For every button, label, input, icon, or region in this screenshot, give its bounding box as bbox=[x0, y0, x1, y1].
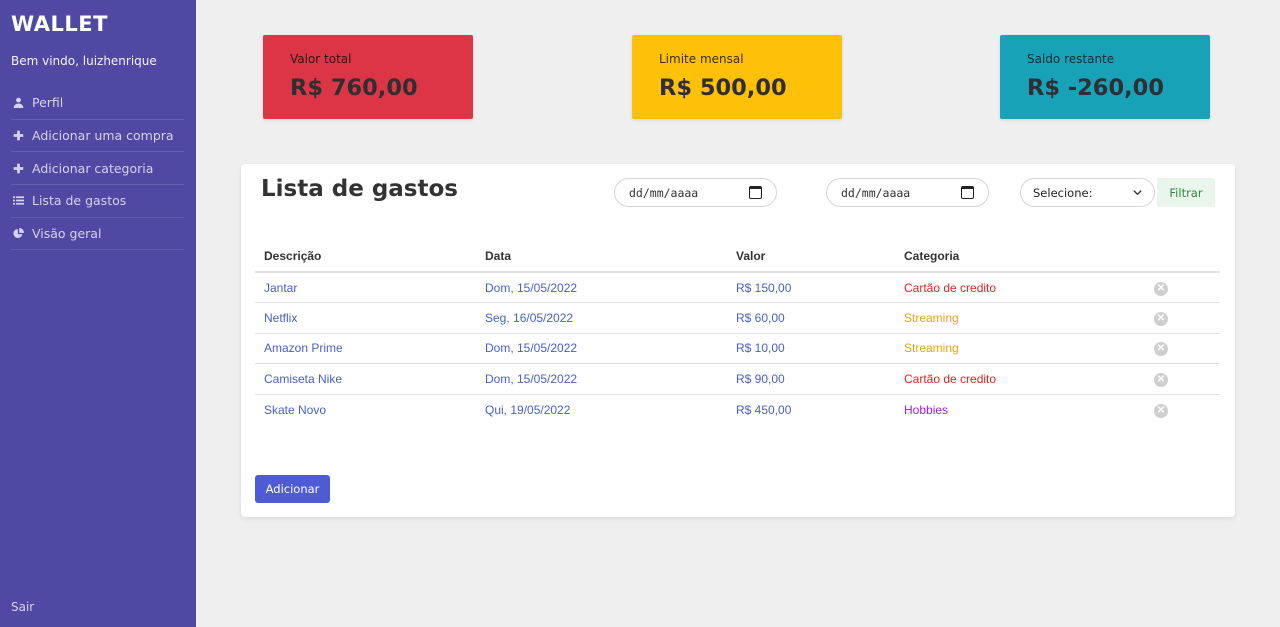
date-to-input[interactable]: dd/mm/aaaa bbox=[826, 178, 989, 207]
cell-category: Cartão de credito bbox=[895, 363, 1145, 395]
sidebar-item-adicionar-categoria[interactable]: Adicionar categoria bbox=[11, 152, 184, 186]
card-total-label: Valor total bbox=[290, 52, 352, 66]
brand-logo[interactable]: WALLET bbox=[11, 12, 108, 36]
chevron-down-icon bbox=[1133, 190, 1142, 196]
cell-description: Jantar bbox=[255, 272, 476, 303]
column-header: Categoria bbox=[895, 240, 1145, 273]
cell-date: Seg, 16/05/2022 bbox=[476, 302, 727, 334]
card-limit-value: R$ 500,00 bbox=[659, 75, 787, 101]
plus-icon bbox=[11, 161, 25, 175]
sidebar-item-label: Adicionar uma compra bbox=[32, 128, 174, 144]
card-balance-value: R$ -260,00 bbox=[1027, 75, 1164, 101]
calendar-icon[interactable] bbox=[749, 186, 762, 199]
delete-icon[interactable]: ✕ bbox=[1154, 403, 1168, 418]
cell-category: Cartão de credito bbox=[895, 272, 1145, 303]
expenses-table: Descrição Data Valor Categoria Jantar Do… bbox=[255, 240, 1220, 425]
sidebar-item-adicionar-compra[interactable]: Adicionar uma compra bbox=[11, 120, 184, 153]
card-limit-label: Limite mensal bbox=[659, 52, 744, 66]
signout-link[interactable]: Sair bbox=[11, 600, 34, 614]
column-header: Valor bbox=[727, 240, 895, 273]
table-row: Amazon Prime Dom, 15/05/2022 R$ 10,00 St… bbox=[255, 333, 1220, 364]
sidebar-item-label: Adicionar categoria bbox=[32, 160, 154, 176]
delete-icon[interactable]: ✕ bbox=[1154, 311, 1168, 326]
sidebar-item-label: Visão geral bbox=[32, 226, 102, 242]
table-header-row: Descrição Data Valor Categoria bbox=[255, 240, 1220, 273]
calendar-icon[interactable] bbox=[961, 186, 974, 199]
column-header-actions bbox=[1145, 240, 1220, 273]
cell-category: Streaming bbox=[895, 302, 1145, 334]
pie-chart-icon bbox=[11, 227, 25, 241]
cell-value: R$ 150,00 bbox=[727, 272, 895, 303]
card-total: Valor total R$ 760,00 bbox=[263, 35, 473, 119]
date-to-placeholder: dd/mm/aaaa bbox=[841, 185, 911, 200]
category-select[interactable]: Selecione: bbox=[1020, 178, 1155, 207]
card-monthly-limit: Limite mensal R$ 500,00 bbox=[632, 35, 842, 119]
cell-actions: ✕ bbox=[1145, 272, 1220, 303]
cell-description: Camiseta Nike bbox=[255, 363, 476, 395]
card-balance-label: Saldo restante bbox=[1027, 52, 1115, 66]
sidebar-item-lista-gastos[interactable]: Lista de gastos bbox=[11, 185, 184, 218]
page-title: Lista de gastos bbox=[261, 176, 458, 202]
user-icon bbox=[11, 96, 25, 110]
table-row: Skate Novo Qui, 19/05/2022 R$ 450,00 Hob… bbox=[255, 394, 1220, 425]
table-row: Camiseta Nike Dom, 15/05/2022 R$ 90,00 C… bbox=[255, 363, 1220, 395]
date-from-placeholder: dd/mm/aaaa bbox=[629, 185, 699, 200]
column-header: Descrição bbox=[255, 240, 476, 273]
cell-category: Streaming bbox=[895, 333, 1145, 364]
cell-actions: ✕ bbox=[1145, 394, 1220, 425]
cell-value: R$ 60,00 bbox=[727, 302, 895, 334]
column-header: Data bbox=[476, 240, 727, 273]
cell-actions: ✕ bbox=[1145, 302, 1220, 334]
plus-icon bbox=[11, 129, 25, 143]
filter-button[interactable]: Filtrar bbox=[1157, 178, 1215, 207]
table-row: Netflix Seg, 16/05/2022 R$ 60,00 Streami… bbox=[255, 302, 1220, 334]
category-select-value: Selecione: bbox=[1033, 185, 1093, 200]
list-icon bbox=[11, 194, 25, 208]
cell-date: Dom, 15/05/2022 bbox=[476, 333, 727, 364]
sidebar: WALLET Bem vindo, luizhenrique Perfil Ad… bbox=[0, 0, 196, 627]
cell-value: R$ 90,00 bbox=[727, 363, 895, 395]
table-row: Jantar Dom, 15/05/2022 R$ 150,00 Cartão … bbox=[255, 272, 1220, 303]
cell-description: Netflix bbox=[255, 302, 476, 334]
cell-actions: ✕ bbox=[1145, 333, 1220, 364]
delete-icon[interactable]: ✕ bbox=[1154, 342, 1168, 357]
welcome-message: Bem vindo, luizhenrique bbox=[11, 54, 157, 68]
card-total-value: R$ 760,00 bbox=[290, 75, 418, 101]
delete-icon[interactable]: ✕ bbox=[1154, 372, 1168, 387]
cell-description: Amazon Prime bbox=[255, 333, 476, 364]
cell-value: R$ 10,00 bbox=[727, 333, 895, 364]
cell-date: Dom, 15/05/2022 bbox=[476, 272, 727, 303]
cell-date: Dom, 15/05/2022 bbox=[476, 363, 727, 395]
cell-value: R$ 450,00 bbox=[736, 402, 792, 417]
sidebar-nav: Perfil Adicionar uma compra Adicionar ca… bbox=[11, 87, 184, 251]
delete-icon[interactable]: ✕ bbox=[1154, 281, 1168, 296]
sidebar-item-perfil[interactable]: Perfil bbox=[11, 87, 184, 120]
cell-date: Qui, 19/05/2022 bbox=[485, 402, 571, 417]
expenses-panel: Lista de gastos dd/mm/aaaa dd/mm/aaaa Se… bbox=[241, 164, 1235, 517]
cell-category: Hobbies bbox=[904, 402, 949, 417]
add-button[interactable]: Adicionar bbox=[255, 475, 330, 503]
sidebar-item-label: Lista de gastos bbox=[32, 193, 127, 209]
card-remaining-balance: Saldo restante R$ -260,00 bbox=[1000, 35, 1210, 119]
sidebar-item-label: Perfil bbox=[32, 95, 64, 111]
cell-actions: ✕ bbox=[1145, 363, 1220, 395]
sidebar-item-visao-geral[interactable]: Visão geral bbox=[11, 218, 184, 251]
date-from-input[interactable]: dd/mm/aaaa bbox=[614, 178, 777, 207]
cell-description: Skate Novo bbox=[264, 402, 327, 417]
